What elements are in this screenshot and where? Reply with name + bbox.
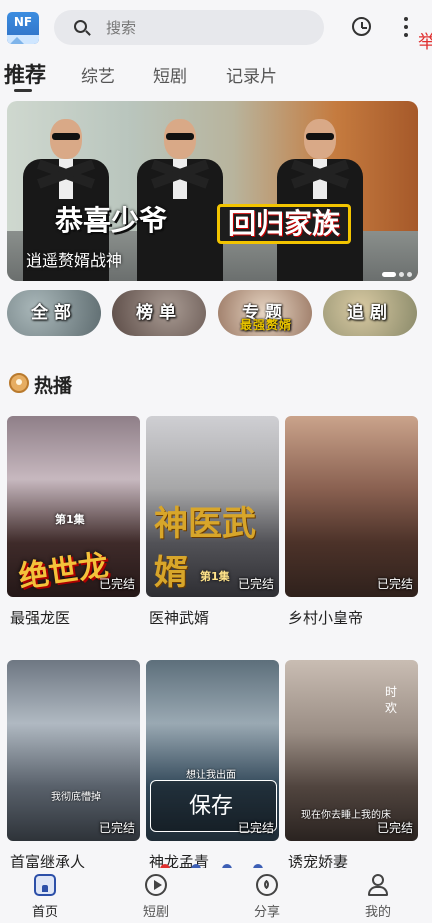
status-badge: 已完结	[376, 577, 413, 591]
banner-figure	[137, 119, 223, 281]
nav-short-drama-label: 短剧	[142, 905, 169, 920]
search-input[interactable]	[104, 16, 308, 40]
drama-poster[interactable]: 神医武婿 第1集 已完结	[146, 416, 279, 597]
category-all-label: 全部	[31, 303, 77, 323]
nav-profile-label: 我的	[364, 905, 391, 920]
drama-card[interactable]: 时欢 现在你去睡上我的床 已完结 诱宠娇妻	[285, 660, 418, 875]
section-title-hot: 热播	[34, 375, 73, 397]
drama-poster[interactable]: 第1集 绝世龙医 已完结	[7, 416, 140, 597]
compass-icon	[256, 874, 278, 896]
edge-cutoff-text: 举	[418, 32, 432, 53]
nav-home[interactable]: 首页	[15, 874, 75, 920]
more-menu-icon[interactable]	[404, 17, 408, 37]
bottom-navigation: 首页 短剧 分享 我的	[0, 868, 432, 923]
category-ranking-label: 榜单	[136, 303, 182, 323]
nav-profile[interactable]: 我的	[348, 874, 408, 920]
app-logo[interactable]: NF	[7, 12, 39, 44]
category-follow-button[interactable]: 追剧	[323, 290, 417, 336]
drama-poster[interactable]: 时欢 现在你去睡上我的床 已完结	[285, 660, 418, 841]
tab-short-drama[interactable]: 短剧	[153, 62, 187, 87]
drama-card[interactable]: 神医武婿 第1集 已完结 医神武婿	[146, 416, 279, 631]
drama-poster[interactable]: 我彻底懵掉 已完结	[7, 660, 140, 841]
drama-card[interactable]: 第1集 绝世龙医 已完结 最强龙医	[7, 416, 140, 631]
tab-variety[interactable]: 综艺	[81, 62, 115, 87]
drama-card[interactable]: 想让我出面 保存 已完结 神龙孟青	[146, 660, 279, 875]
banner-title-left: 恭喜少爷	[55, 204, 168, 237]
medal-icon	[9, 373, 29, 393]
search-bar[interactable]	[54, 10, 324, 45]
status-badge: 已完结	[376, 821, 413, 835]
nav-short-drama[interactable]: 短剧	[126, 874, 186, 920]
top-bar: NF 举	[0, 0, 432, 53]
poster-subtitle: 想让我出面	[186, 770, 236, 781]
tab-documentary[interactable]: 记录片	[226, 62, 277, 87]
nav-home-label: 首页	[31, 905, 58, 920]
drama-card[interactable]: 我彻底懵掉 已完结 首富继承人	[7, 660, 140, 875]
drama-card[interactable]: 已完结 乡村小皇帝	[285, 416, 418, 631]
category-special-sublabel: 最强赘婿	[239, 318, 292, 332]
poster-vertical-text: 时欢	[385, 685, 398, 715]
hero-banner[interactable]: 恭喜少爷 回归家族 逍遥赘婿战神	[7, 101, 418, 281]
category-special-button[interactable]: 专题 最强赘婿	[218, 290, 312, 336]
banner-title-right: 回归家族	[217, 204, 352, 244]
banner-caption: 逍遥赘婿战神	[26, 251, 123, 270]
play-icon	[145, 874, 167, 896]
drama-poster[interactable]: 已完结	[285, 416, 418, 597]
drama-title[interactable]: 最强龙医	[10, 607, 70, 628]
banner-figure	[277, 119, 363, 281]
nav-share-label: 分享	[253, 905, 280, 920]
status-badge: 已完结	[98, 821, 135, 835]
drama-title[interactable]: 医神武婿	[149, 607, 209, 628]
drama-title[interactable]: 乡村小皇帝	[288, 607, 363, 628]
banner-carousel-dots	[379, 262, 412, 281]
category-tabs: 推荐 综艺 短剧 记录片	[0, 56, 432, 92]
user-icon	[367, 874, 389, 896]
app-logo-text: NF	[13, 15, 33, 29]
history-icon[interactable]	[352, 17, 371, 36]
poster-episode-label: 第1集	[55, 513, 85, 526]
status-badge: 已完结	[237, 577, 274, 591]
status-badge: 已完结	[98, 577, 135, 591]
status-badge: 已完结	[237, 821, 274, 835]
logo-mountain-icon	[7, 35, 39, 44]
search-icon[interactable]	[74, 20, 87, 33]
poster-episode-label: 第1集	[200, 570, 230, 583]
drama-poster[interactable]: 想让我出面 保存 已完结	[146, 660, 279, 841]
poster-subtitle: 我彻底懵掉	[51, 792, 101, 803]
tab-recommend[interactable]: 推荐	[4, 59, 46, 92]
home-icon	[34, 874, 56, 896]
category-follow-label: 追剧	[347, 303, 393, 323]
category-all-button[interactable]: 全部	[7, 290, 101, 336]
category-ranking-button[interactable]: 榜单	[112, 290, 206, 336]
nav-share[interactable]: 分享	[237, 874, 297, 920]
